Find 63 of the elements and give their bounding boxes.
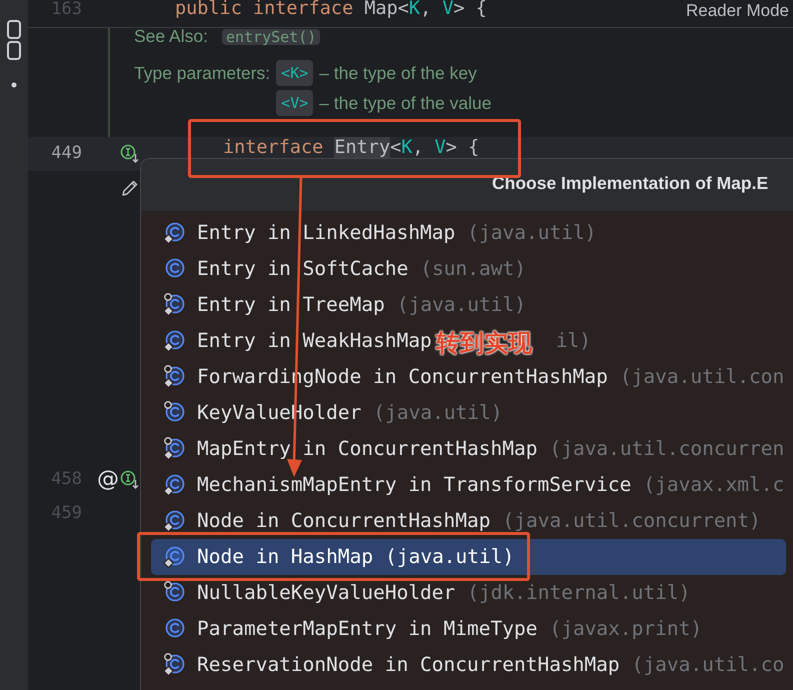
item-name: ReservationNode in ConcurrentHashMap [197, 652, 620, 678]
panels-icon [7, 20, 21, 60]
item-package: (java.util) [385, 544, 514, 570]
item-package: (java.util) [396, 292, 526, 318]
item-name: NullableKeyValueHolder [197, 580, 456, 606]
implementation-item[interactable]: ReservationNode in ConcurrentHashMap (java.util.co [151, 647, 786, 683]
item-package: il) [556, 328, 592, 354]
class-icon [163, 221, 187, 245]
implementation-item[interactable]: ParameterMapEntry in MimeType (javax.print) [151, 611, 786, 647]
type-param-chip: <K> [276, 60, 314, 86]
doc-text: – the type of the value [319, 92, 492, 116]
implementation-item[interactable]: MapEntry in ConcurrentHashMap (java.util.concurren [151, 431, 786, 467]
item-package: (jdk.internal.util) [467, 580, 690, 606]
implementation-item[interactable]: Entry in SoftCache (sun.awt) [151, 251, 786, 287]
implementation-item[interactable]: Entry in WeakHashMap [151, 323, 434, 359]
implementation-item[interactable]: Entry in LinkedHashMap (java.util) [151, 215, 786, 251]
doc-link[interactable]: entrySet() [222, 29, 320, 45]
class-icon [163, 653, 187, 677]
item-name: MechanismMapEntry in TransformService [197, 472, 632, 498]
code-line: public interface Map<K, V> { [175, 0, 487, 21]
class-icon [163, 509, 187, 533]
item-name: Entry in WeakHashMap [197, 328, 432, 354]
item-package: (javax.print) [549, 616, 702, 642]
doc-label: Type parameters: [134, 62, 270, 85]
item-name: Entry in TreeMap [197, 292, 385, 318]
item-package: (java.util) [373, 400, 503, 426]
item-package: (sun.awt) [420, 256, 526, 282]
item-name: Node in HashMap [197, 544, 374, 570]
class-icon [163, 437, 187, 461]
item-package: (java.util.concurrent) [502, 508, 761, 534]
item-name: Node in ConcurrentHashMap [197, 508, 490, 534]
class-icon [163, 473, 187, 497]
dot-icon [11, 82, 17, 88]
item-package: (java.util.concurren [549, 436, 784, 462]
implementation-item[interactable]: NullableKeyValueHolder (jdk.internal.util) [151, 575, 786, 611]
implementation-item[interactable]: Node in ConcurrentHashMap (java.util.concurrent) [151, 503, 786, 539]
pencil-icon [120, 178, 140, 198]
annotation-label: 转到实现 [436, 329, 532, 359]
code-line: interface Entry<K, V> { [223, 136, 480, 160]
doc-text: – the type of the key [319, 62, 478, 85]
implemented-icon [120, 470, 140, 490]
implementation-item[interactable]: MechanismMapEntry in TransformService (javax.xml.c [151, 467, 786, 503]
reader-mode-label[interactable]: Reader Mode [686, 0, 793, 22]
implementation-item[interactable]: Node in HashMap (java.util) [151, 539, 786, 575]
item-package: (java.util) [467, 220, 596, 246]
class-icon [163, 365, 187, 389]
item-package: (java.util.con [620, 364, 784, 390]
class-icon [163, 293, 187, 317]
item-name: MapEntry in ConcurrentHashMap [197, 436, 538, 462]
class-icon [163, 545, 187, 569]
line-number: 449 [51, 142, 82, 166]
item-package: (javax.xml.c [643, 472, 784, 498]
item-name: ParameterMapEntry in MimeType [197, 616, 538, 642]
item-name: Entry in SoftCache [197, 256, 408, 282]
item-name: Entry in LinkedHashMap [197, 220, 456, 246]
item-package: (java.util.co [632, 652, 784, 678]
annotation-mark: @ [97, 469, 119, 491]
popup-title: Choose Implementation of Map.E [492, 172, 768, 195]
doc-label: See Also: [134, 28, 208, 45]
implemented-icon [120, 144, 140, 164]
class-icon [163, 329, 187, 353]
implementation-item[interactable]: Entry in TreeMap (java.util) [151, 287, 786, 323]
type-param-chip: <V> [276, 90, 314, 116]
